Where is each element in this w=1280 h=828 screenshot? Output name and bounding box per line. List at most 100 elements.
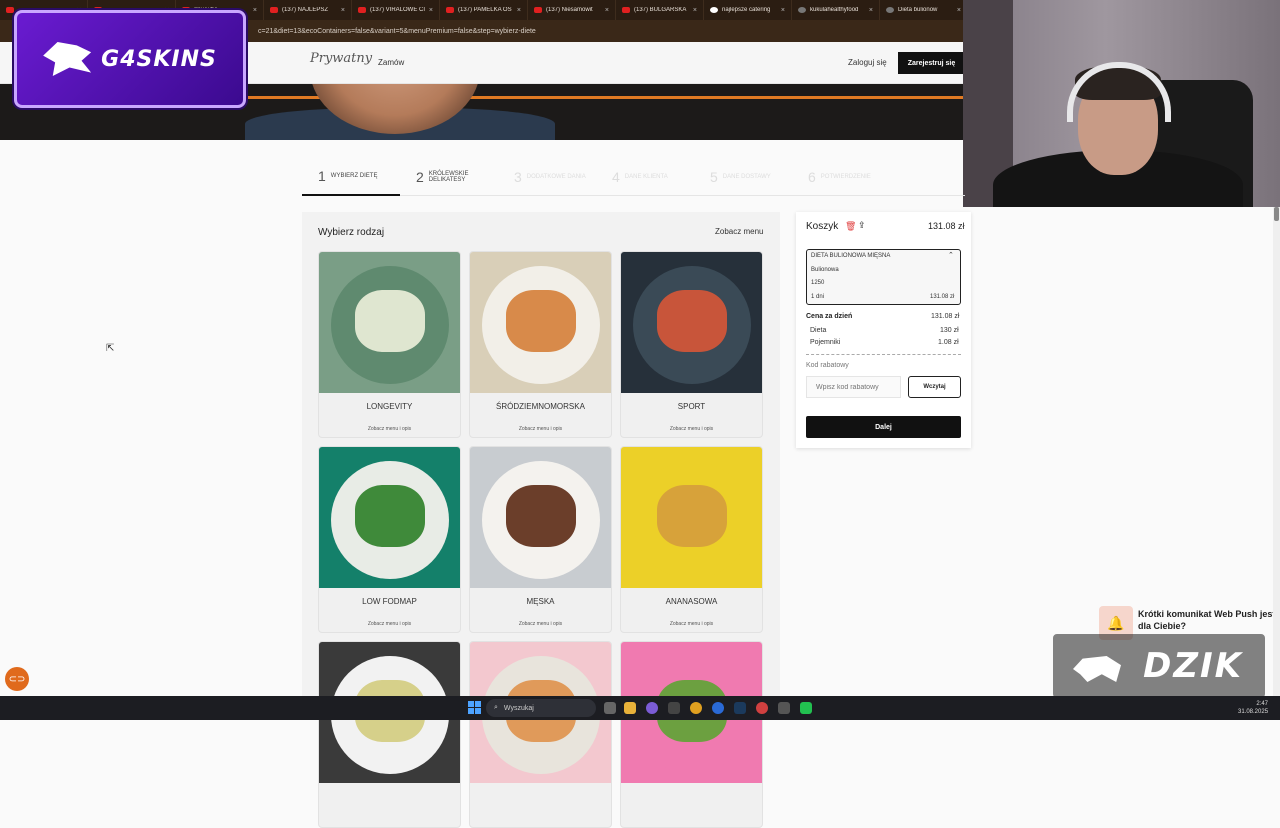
- browser-tab[interactable]: Dieta bulionow ×: [880, 0, 965, 20]
- cart-item-kcal: 1250: [811, 280, 825, 286]
- diet-card[interactable]: [318, 641, 461, 828]
- diet-image: [621, 252, 762, 393]
- cart-title: Koszyk: [806, 221, 839, 232]
- browser-tab[interactable]: najlepsze catering ×: [704, 0, 792, 20]
- scrollbar-thumb[interactable]: [1274, 207, 1279, 221]
- close-tab-icon[interactable]: ×: [957, 7, 961, 14]
- diet-price: 130 zł: [940, 327, 959, 334]
- close-tab-icon[interactable]: ×: [605, 7, 609, 14]
- browser-tab[interactable]: (137) VIRALOWE CI ×: [352, 0, 440, 20]
- youtube-icon: [622, 7, 630, 13]
- task-view-icon[interactable]: [604, 702, 616, 714]
- diet-card[interactable]: SPORT Zobacz menu i opis: [620, 251, 763, 438]
- taskbar-search-label: Wyszukaj: [503, 704, 534, 712]
- divider: [806, 354, 961, 355]
- site-logo[interactable]: Prywatny: [310, 51, 372, 66]
- step-number: 2: [416, 169, 424, 185]
- diet-image: [319, 252, 460, 393]
- app-icon[interactable]: [778, 702, 790, 714]
- step-label: Potwierdzenie: [820, 174, 871, 180]
- diet-menu-link[interactable]: Zobacz menu i opis: [319, 621, 460, 627]
- food: [506, 290, 576, 352]
- chrome-icon[interactable]: [756, 702, 768, 714]
- food: [506, 485, 576, 547]
- step-3[interactable]: 3 Dodatkowe dania: [498, 158, 596, 196]
- steam-icon[interactable]: [734, 702, 746, 714]
- browser-tab[interactable]: (137) BULGARSKA ×: [616, 0, 704, 20]
- close-tab-icon[interactable]: ×: [693, 7, 697, 14]
- diet-name: SPORT: [677, 402, 706, 411]
- login-link[interactable]: Zaloguj się: [848, 58, 887, 67]
- diet-card[interactable]: MĘSKA Zobacz menu i opis: [469, 446, 612, 633]
- diet-name: ANANASOWA: [665, 597, 718, 606]
- close-tab-icon[interactable]: ×: [781, 7, 785, 14]
- browser-tab[interactable]: kukulahealthyfood ×: [792, 0, 880, 20]
- close-tab-icon[interactable]: ×: [869, 7, 873, 14]
- step-6[interactable]: 6 Potwierdzenie: [792, 158, 890, 196]
- diet-card[interactable]: [620, 641, 763, 828]
- cart-item-variant: Bulionowa: [811, 267, 839, 273]
- chrome-icon[interactable]: [690, 702, 702, 714]
- favicon-icon: [886, 7, 894, 13]
- page-scrollbar[interactable]: [1273, 207, 1280, 696]
- diet-card[interactable]: ANANASOWA Zobacz menu i opis: [620, 446, 763, 633]
- promo-code-input[interactable]: [806, 376, 901, 398]
- browser-tab[interactable]: (137) NAJLEPSZ ×: [264, 0, 352, 20]
- browser-tab-title: kukulahealthyfood: [810, 7, 859, 13]
- file-explorer-icon[interactable]: [624, 702, 636, 714]
- app-icon[interactable]: [712, 702, 724, 714]
- register-button[interactable]: Zarejestruj się: [898, 52, 965, 74]
- share-icon[interactable]: ⇪: [858, 220, 866, 231]
- diet-image: [621, 447, 762, 588]
- browser-tab[interactable]: (137) PAMELKA OS ×: [440, 0, 528, 20]
- taskbar-search[interactable]: ⌕ Wyszukaj: [486, 699, 596, 717]
- diet-card[interactable]: ŚRÓDZIEMNOMORSKA Zobacz menu i opis: [469, 251, 612, 438]
- trash-icon[interactable]: 🗑: [845, 221, 856, 232]
- order-stepper: 1 Wybierz dietę 2 Królewskie delikatesy 3 Dod…: [302, 158, 965, 196]
- diet-name: LOW FODMAP: [362, 597, 417, 606]
- step-1[interactable]: 1 Wybierz dietę: [302, 158, 400, 196]
- youtube-icon: [270, 7, 278, 13]
- chevron-up-icon[interactable]: ⌃: [948, 251, 954, 259]
- diet-card[interactable]: LONGEVITY Zobacz menu i opis: [318, 251, 461, 438]
- app-icon[interactable]: [800, 702, 812, 714]
- apply-promo-button[interactable]: Wczytaj: [908, 376, 961, 398]
- step-5[interactable]: 5 Dane dostawy: [694, 158, 792, 196]
- diet-menu-link[interactable]: Zobacz menu i opis: [319, 426, 460, 432]
- step-2[interactable]: 2 Królewskie delikatesy: [400, 158, 498, 196]
- close-tab-icon[interactable]: ×: [429, 7, 433, 14]
- diet-menu-link[interactable]: Zobacz menu i opis: [470, 621, 611, 627]
- step-number: 3: [514, 169, 522, 185]
- app-icon[interactable]: [646, 702, 658, 714]
- diet-menu-link[interactable]: Zobacz menu i opis: [621, 621, 762, 627]
- diet-name: LONGEVITY: [366, 402, 413, 411]
- browser-tab[interactable]: (137) Niesamowit ×: [528, 0, 616, 20]
- see-menu-link[interactable]: Zobacz menu: [715, 227, 763, 236]
- channel-overlay: DZIK: [1053, 634, 1265, 698]
- step-4[interactable]: 4 Dane klienta: [596, 158, 694, 196]
- diet-menu-link[interactable]: Zobacz menu i opis: [621, 426, 762, 432]
- diet-name: MĘSKA: [526, 597, 555, 606]
- cart-item-price: 131.08 zł: [930, 294, 955, 300]
- step-label: Dodatkowe dania: [526, 174, 586, 180]
- app-icon[interactable]: [668, 702, 680, 714]
- diet-menu-link[interactable]: Zobacz menu i opis: [470, 426, 611, 432]
- browser-tab-title: (137) BULGARSKA: [634, 7, 687, 13]
- close-tab-icon[interactable]: ×: [341, 7, 345, 14]
- cart-total: 131.08 zł: [928, 221, 965, 231]
- diet-card[interactable]: LOW FODMAP Zobacz menu i opis: [318, 446, 461, 633]
- search-icon: ⌕: [494, 704, 498, 711]
- lion-logo-icon: [43, 42, 92, 76]
- cart-item-name: DIETA BULIONOWA MIĘSNA: [811, 253, 891, 259]
- nav-order-link[interactable]: Zamów: [378, 58, 404, 67]
- cookie-settings-button[interactable]: ⊂⊃: [5, 667, 29, 691]
- youtube-icon: [534, 7, 542, 13]
- taskbar-clock[interactable]: 2:47 31.08.2025: [1238, 700, 1268, 716]
- next-button[interactable]: Dalej: [806, 416, 961, 438]
- diet-card[interactable]: [469, 641, 612, 828]
- windows-start-icon[interactable]: [468, 701, 481, 714]
- step-label: Dane klienta: [624, 174, 668, 180]
- close-tab-icon[interactable]: ×: [517, 7, 521, 14]
- browser-tab-title: (137) NAJLEPSZ: [282, 7, 329, 13]
- close-tab-icon[interactable]: ×: [253, 7, 257, 14]
